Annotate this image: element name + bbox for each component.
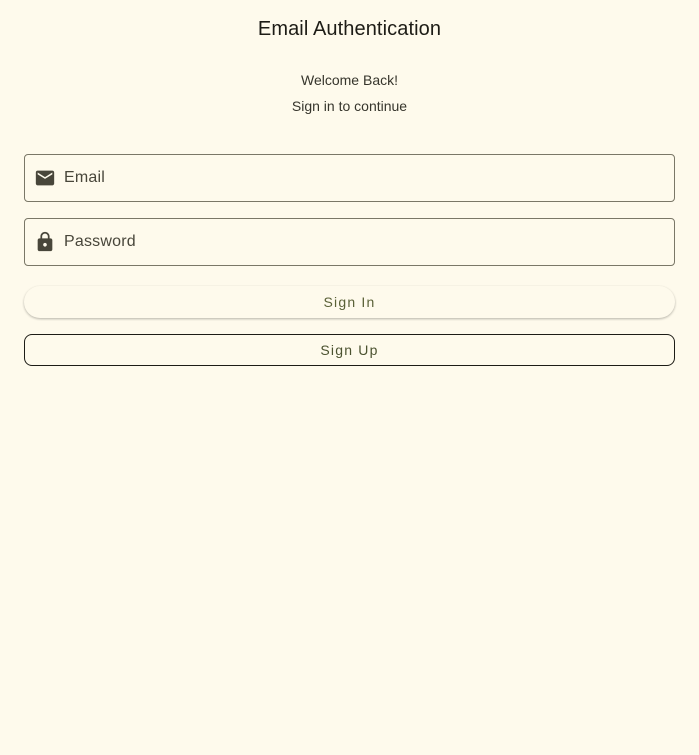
sign-in-button[interactable]: Sign In [24,286,675,318]
mail-icon [34,167,56,189]
subtitle-text: Sign in to continue [291,98,408,114]
password-field[interactable] [24,218,675,266]
lock-icon [34,231,56,253]
email-input[interactable] [64,155,664,201]
sign-up-button[interactable]: Sign Up [24,334,675,366]
password-input[interactable] [64,219,664,265]
welcome-text: Welcome Back! [301,72,398,88]
page-title: Email Authentication [257,18,442,40]
email-field[interactable] [24,154,675,202]
